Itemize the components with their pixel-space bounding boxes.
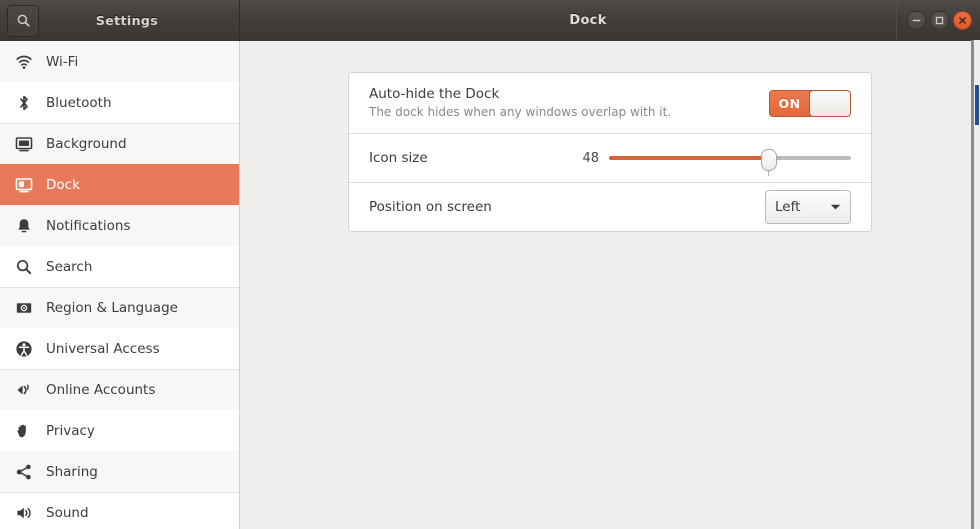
auto-hide-toggle[interactable]: ON bbox=[769, 90, 851, 117]
region-language-icon bbox=[14, 298, 34, 318]
close-button[interactable] bbox=[953, 11, 972, 30]
page-title: Dock bbox=[240, 13, 896, 28]
chevron-down-icon bbox=[830, 203, 841, 211]
dock-icon bbox=[14, 175, 34, 195]
auto-hide-subtitle: The dock hides when any windows overlap … bbox=[369, 105, 769, 121]
sidebar-item-label: Region & Language bbox=[46, 300, 178, 316]
position-row: Position on screen Left bbox=[349, 182, 871, 231]
window-right-edge bbox=[971, 40, 974, 529]
main-content: Auto-hide the Dock The dock hides when a… bbox=[241, 41, 971, 529]
icon-size-label: Icon size bbox=[369, 150, 428, 166]
sidebar-item-label: Notifications bbox=[46, 218, 131, 234]
icon-size-value: 48 bbox=[579, 151, 599, 166]
sidebar[interactable]: Wi-Fi Bluetooth Background bbox=[0, 41, 240, 529]
universal-access-icon bbox=[14, 339, 34, 359]
maximize-icon bbox=[934, 15, 945, 26]
sidebar-item-label: Universal Access bbox=[46, 341, 160, 357]
sidebar-item-search[interactable]: Search bbox=[0, 246, 239, 287]
sidebar-item-sharing[interactable]: Sharing bbox=[0, 451, 239, 492]
sidebar-item-notifications[interactable]: Notifications bbox=[0, 205, 239, 246]
position-label: Position on screen bbox=[369, 199, 492, 215]
sidebar-item-label: Dock bbox=[46, 177, 80, 193]
slider-handle[interactable] bbox=[761, 149, 777, 171]
position-value: Left bbox=[775, 199, 800, 215]
settings-window: Settings Dock bbox=[0, 0, 980, 529]
search-button[interactable] bbox=[7, 5, 39, 37]
sidebar-item-label: Background bbox=[46, 136, 127, 152]
sidebar-item-dock[interactable]: Dock bbox=[0, 164, 239, 205]
desktop-blue-strip bbox=[975, 85, 979, 125]
dock-settings-card: Auto-hide the Dock The dock hides when a… bbox=[348, 72, 872, 232]
titlebar-main-pane: Dock bbox=[240, 0, 980, 41]
minimize-button[interactable] bbox=[907, 11, 926, 30]
window-controls bbox=[896, 0, 980, 41]
sidebar-item-privacy[interactable]: Privacy bbox=[0, 410, 239, 451]
bell-icon bbox=[14, 216, 34, 236]
titlebar-sidebar-pane: Settings bbox=[0, 0, 240, 41]
sidebar-item-label: Online Accounts bbox=[46, 382, 155, 398]
search-icon bbox=[16, 13, 31, 28]
sidebar-item-label: Privacy bbox=[46, 423, 95, 439]
icon-size-slider-wrap: 48 bbox=[579, 146, 851, 170]
maximize-button[interactable] bbox=[930, 11, 949, 30]
bluetooth-icon bbox=[14, 93, 34, 113]
sidebar-item-label: Search bbox=[46, 259, 92, 275]
sidebar-item-background[interactable]: Background bbox=[0, 123, 239, 164]
sidebar-item-label: Sharing bbox=[46, 464, 98, 480]
toggle-knob[interactable] bbox=[809, 90, 851, 117]
auto-hide-texts: Auto-hide the Dock The dock hides when a… bbox=[369, 85, 769, 121]
background-icon bbox=[14, 134, 34, 154]
sidebar-item-sound[interactable]: Sound bbox=[0, 492, 239, 529]
wifi-icon bbox=[14, 52, 34, 72]
sound-icon bbox=[14, 503, 34, 523]
search-icon bbox=[14, 257, 34, 277]
sharing-icon bbox=[14, 462, 34, 482]
auto-hide-title: Auto-hide the Dock bbox=[369, 85, 769, 103]
minimize-icon bbox=[911, 15, 922, 26]
sidebar-item-label: Sound bbox=[46, 505, 89, 521]
slider-fill bbox=[609, 156, 769, 160]
sidebar-item-label: Wi-Fi bbox=[46, 54, 78, 70]
title-bar: Settings Dock bbox=[0, 0, 980, 41]
online-accounts-icon bbox=[14, 380, 34, 400]
app-title: Settings bbox=[39, 13, 239, 28]
sidebar-item-wifi[interactable]: Wi-Fi bbox=[0, 41, 239, 82]
position-dropdown[interactable]: Left bbox=[765, 190, 851, 224]
auto-hide-row: Auto-hide the Dock The dock hides when a… bbox=[349, 73, 871, 133]
privacy-hand-icon bbox=[14, 421, 34, 441]
sidebar-item-online-accounts[interactable]: Online Accounts bbox=[0, 369, 239, 410]
sidebar-item-region-language[interactable]: Region & Language bbox=[0, 287, 239, 328]
sidebar-item-universal-access[interactable]: Universal Access bbox=[0, 328, 239, 369]
icon-size-slider[interactable] bbox=[609, 146, 851, 170]
sidebar-item-label: Bluetooth bbox=[46, 95, 112, 111]
sidebar-item-bluetooth[interactable]: Bluetooth bbox=[0, 82, 239, 123]
icon-size-row: Icon size 48 bbox=[349, 133, 871, 182]
close-icon bbox=[957, 15, 968, 26]
toggle-state-label: ON bbox=[770, 91, 809, 116]
